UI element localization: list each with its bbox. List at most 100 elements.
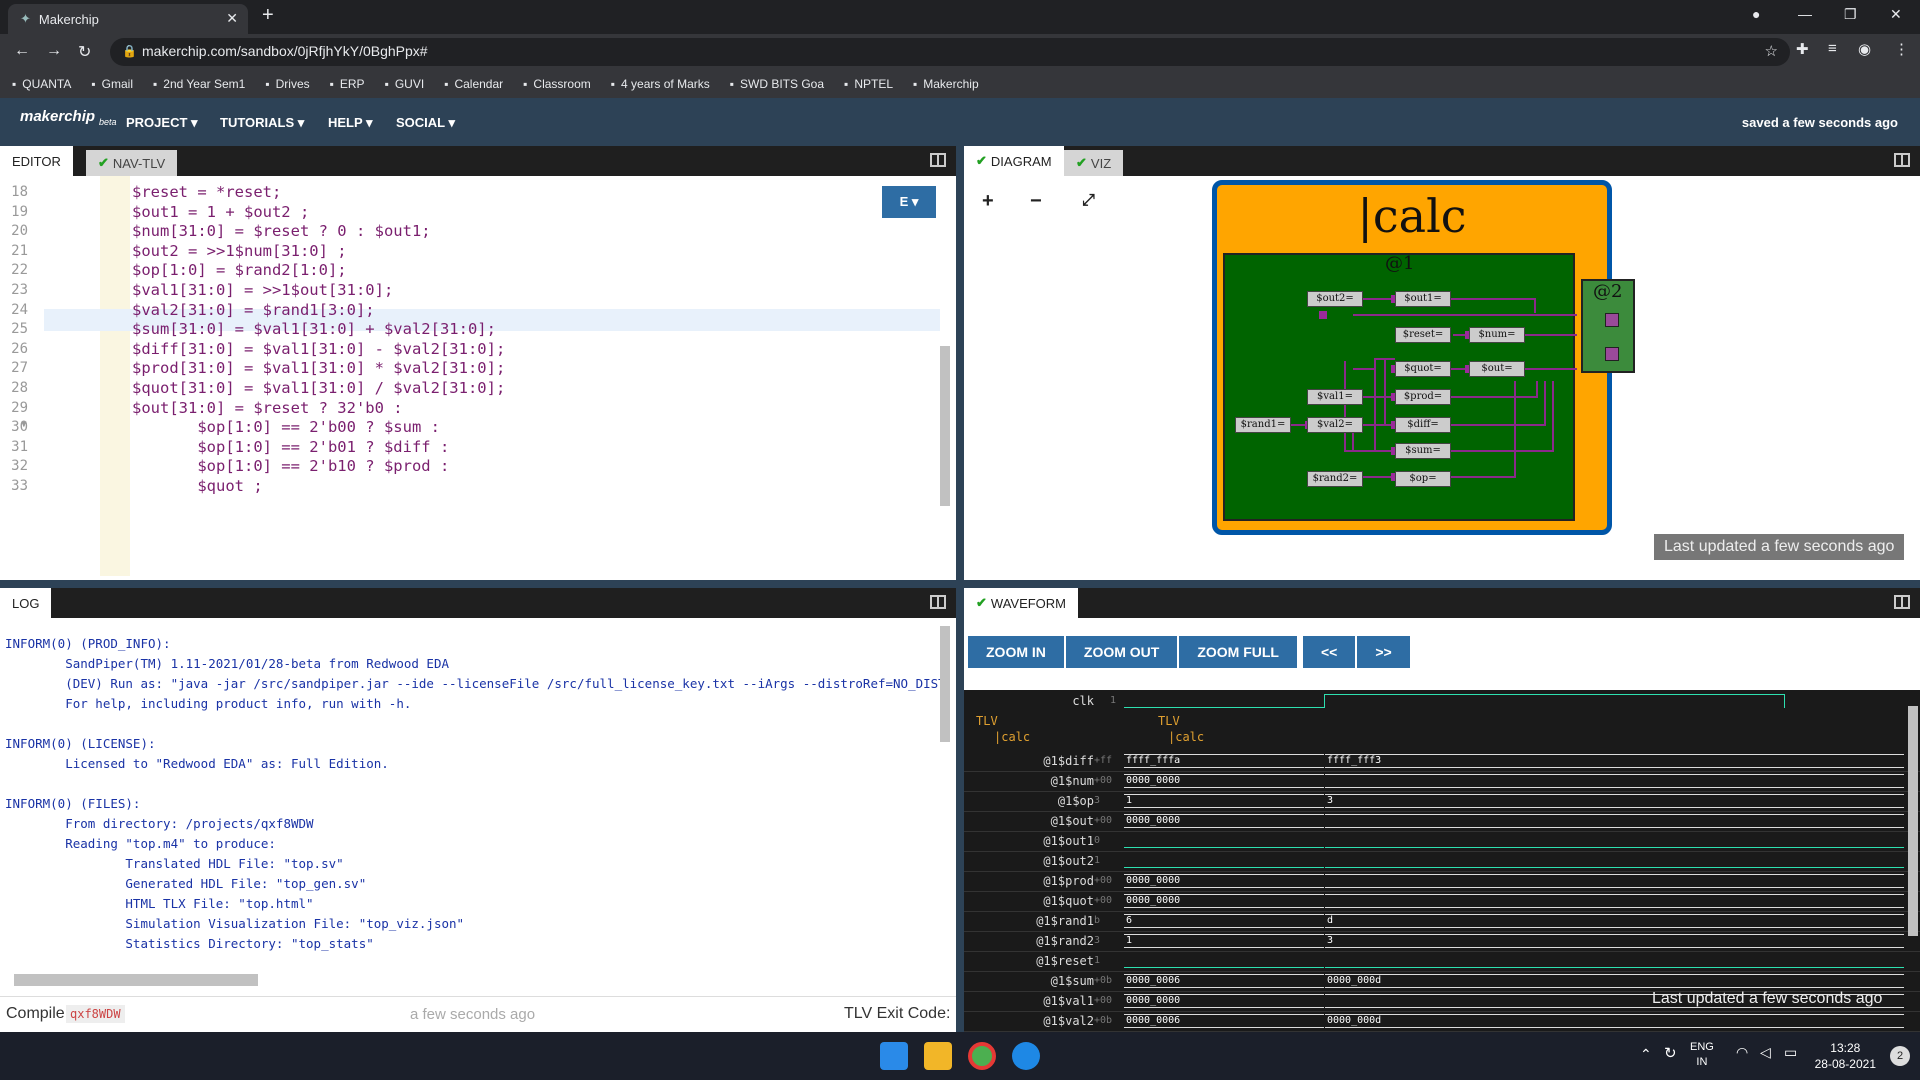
signal-reset[interactable]: $reset=: [1395, 327, 1451, 343]
code-line[interactable]: $num[31:0] = $reset ? 0 : $out1;: [132, 222, 431, 240]
bookmark-item[interactable]: ▪ Classroom: [523, 77, 591, 91]
code-editor[interactable]: 18 $reset = *reset; 19 $out1 = 1 + $out2 ; 2…: [0, 176, 956, 580]
code-line[interactable]: $prod[31:0] = $val1[31:0] * $val2[31:0];: [132, 359, 505, 377]
file-explorer-icon[interactable]: [924, 1042, 952, 1070]
waveform-scrollbar[interactable]: [1908, 706, 1918, 936]
tab-editor[interactable]: EDITOR: [0, 146, 73, 176]
zoom-out-button[interactable]: ZOOM OUT: [1065, 636, 1178, 668]
diagram-view[interactable]: + − ⤢ |calc @1 $out2= $out1= $reset= $nu…: [964, 176, 1920, 580]
close-window-icon[interactable]: ✕: [1890, 6, 1902, 23]
close-tab-icon[interactable]: ✕: [226, 10, 238, 27]
tab-viz[interactable]: ✔ VIZ: [1064, 150, 1124, 176]
signal-rand1[interactable]: $rand1=: [1235, 417, 1291, 433]
wave-signal-label[interactable]: @1$val1: [964, 994, 1094, 1008]
bookmark-item[interactable]: ▪ NPTEL: [844, 77, 893, 91]
volume-icon[interactable]: ◁: [1760, 1044, 1771, 1061]
maximize-diagram-icon[interactable]: [1894, 153, 1910, 167]
signal-rand2[interactable]: $rand2=: [1307, 471, 1363, 487]
menu-tutorials[interactable]: TUTORIALS ▾: [220, 115, 304, 131]
prev-button[interactable]: <<: [1302, 636, 1356, 668]
back-icon[interactable]: ←: [14, 42, 30, 60]
minimize-icon[interactable]: —: [1798, 6, 1812, 22]
register-num[interactable]: [1605, 313, 1619, 327]
wave-signal-label[interactable]: @1$prod: [964, 874, 1094, 888]
reload-icon[interactable]: ↻: [78, 42, 91, 62]
new-tab-icon[interactable]: +: [262, 4, 274, 27]
tab-log[interactable]: LOG: [0, 588, 52, 618]
maximize-editor-icon[interactable]: [930, 153, 946, 167]
signal-val2[interactable]: $val2=: [1307, 417, 1363, 433]
signal-val1[interactable]: $val1=: [1307, 389, 1363, 405]
browser-tab[interactable]: ✦ Makerchip ✕: [8, 4, 248, 34]
wave-signal-label[interactable]: @1$out2: [964, 854, 1094, 868]
e-menu-button[interactable]: E ▾: [882, 186, 936, 218]
menu-social[interactable]: SOCIAL ▾: [396, 115, 455, 131]
zoom-out-icon[interactable]: −: [1030, 190, 1042, 213]
bookmark-item[interactable]: ▪ ERP: [330, 77, 365, 91]
signal-op[interactable]: $op=: [1395, 471, 1451, 487]
wave-signal-label[interactable]: @1$op: [964, 794, 1094, 808]
log-hscrollbar[interactable]: [14, 974, 258, 986]
edge-icon[interactable]: [1012, 1042, 1040, 1070]
bookmark-item[interactable]: ▪ Calendar: [444, 77, 503, 91]
zoom-full-button[interactable]: ZOOM FULL: [1179, 636, 1297, 668]
bookmark-item[interactable]: ▪ Gmail: [91, 77, 133, 91]
wave-signal-label[interactable]: @1$sum: [964, 974, 1094, 988]
bookmark-item[interactable]: ▪ SWD BITS Goa: [730, 77, 824, 91]
extensions-icon[interactable]: ✚: [1796, 40, 1809, 58]
next-button[interactable]: >>: [1357, 636, 1410, 668]
code-line[interactable]: $op[1:0] = $rand2[1:0];: [132, 261, 347, 279]
log-scrollbar[interactable]: [940, 626, 950, 742]
register-out[interactable]: [1605, 347, 1619, 361]
restore-icon[interactable]: ❐: [1844, 6, 1857, 23]
start-windows-icon[interactable]: [880, 1042, 908, 1070]
wave-signal-label[interactable]: @1$diff: [964, 754, 1094, 768]
code-line[interactable]: $sum[31:0] = $val1[31:0] + $val2[31:0];: [132, 320, 496, 338]
chrome-icon[interactable]: [968, 1042, 996, 1070]
wifi-icon[interactable]: ◠: [1736, 1044, 1748, 1061]
notification-badge[interactable]: 2: [1890, 1046, 1910, 1066]
menu-project[interactable]: PROJECT ▾: [126, 115, 198, 131]
compile-id-badge[interactable]: qxf8WDW: [66, 1005, 125, 1023]
bookmark-item[interactable]: ▪ Makerchip: [913, 77, 979, 91]
wave-signal-label[interactable]: @1$num: [964, 774, 1094, 788]
code-line[interactable]: $op[1:0] == 2'b01 ? $diff :: [132, 438, 449, 456]
wave-signal-label[interactable]: @1$rand1: [964, 914, 1094, 928]
code-line[interactable]: $quot ;: [132, 477, 262, 495]
maximize-log-icon[interactable]: [930, 595, 946, 609]
code-line[interactable]: $op[1:0] == 2'b00 ? $sum :: [132, 418, 440, 436]
wave-signal-label[interactable]: @1$quot: [964, 894, 1094, 908]
pane-divider[interactable]: [956, 144, 964, 1032]
maximize-waveform-icon[interactable]: [1894, 595, 1910, 609]
sync-icon[interactable]: ↻: [1664, 1044, 1677, 1062]
system-clock[interactable]: 13:28 28-08-2021: [1815, 1040, 1876, 1072]
code-line[interactable]: $reset = *reset;: [132, 183, 281, 201]
fit-expand-icon[interactable]: ⤢: [1082, 192, 1095, 210]
code-line[interactable]: $quot[31:0] = $val1[31:0] / $val2[31:0];: [132, 379, 505, 397]
wave-signal-label[interactable]: @1$val2: [964, 1014, 1094, 1028]
code-line[interactable]: $val2[31:0] = $rand1[3:0];: [132, 301, 375, 319]
signal-sum[interactable]: $sum=: [1395, 443, 1451, 459]
makerchip-logo[interactable]: makerchip beta: [20, 108, 117, 127]
bookmark-item[interactable]: ▪ Drives: [265, 77, 309, 91]
signal-out1[interactable]: $out1=: [1395, 291, 1451, 307]
zoom-in-icon[interactable]: +: [982, 190, 994, 213]
signal-quot[interactable]: $quot=: [1395, 361, 1451, 377]
wave-signal-label[interactable]: @1$out: [964, 814, 1094, 828]
code-line[interactable]: $out1 = 1 + $out2 ;: [132, 203, 309, 221]
language-indicator[interactable]: ENG IN: [1690, 1040, 1714, 1070]
battery-icon[interactable]: ▭: [1784, 1044, 1797, 1061]
editor-scrollbar[interactable]: [940, 346, 950, 506]
signal-out[interactable]: $out=: [1469, 361, 1525, 377]
bookmark-item[interactable]: ▪ QUANTA: [12, 77, 71, 91]
code-line[interactable]: $out2 = >>1$num[31:0] ;: [132, 242, 347, 260]
avatar-icon[interactable]: ◉: [1858, 40, 1871, 58]
signal-num[interactable]: $num=: [1469, 327, 1525, 343]
tab-nav-tlv[interactable]: ✔ NAV-TLV: [86, 150, 178, 176]
tab-diagram[interactable]: ✔ DIAGRAM: [964, 146, 1064, 176]
scope-calc-label[interactable]: |calc: [994, 730, 1124, 744]
menu-help[interactable]: HELP ▾: [328, 115, 373, 131]
bookmark-star-icon[interactable]: ☆: [1765, 42, 1778, 60]
bookmark-item[interactable]: ▪ 4 years of Marks: [611, 77, 710, 91]
chevron-up-icon[interactable]: ⌃: [1640, 1046, 1652, 1063]
